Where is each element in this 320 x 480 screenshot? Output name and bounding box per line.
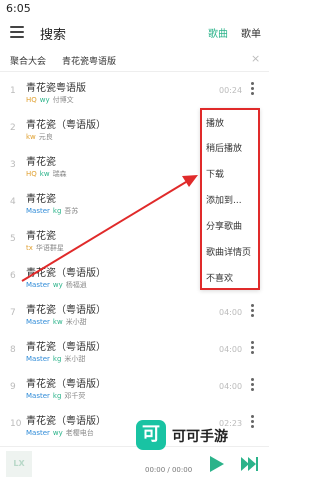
song-title: 青花瓷	[26, 157, 56, 168]
quality-badge: HQ	[26, 170, 37, 178]
search-source[interactable]: 聚合大会	[10, 54, 46, 67]
song-row[interactable]: 1 青花瓷粤语版 HQ wy 付博文 00:24	[0, 74, 269, 112]
watermark-logo: 可	[136, 420, 166, 450]
quality-badge: kg	[52, 355, 62, 363]
more-options-icon[interactable]	[251, 82, 255, 97]
song-meta: kw 元良	[26, 132, 53, 142]
quality-badge: Master	[26, 281, 50, 289]
song-artist: 瑞森	[52, 170, 67, 178]
app-bar: 搜索 歌曲 歌单	[0, 18, 269, 48]
song-index: 3	[10, 160, 16, 170]
search-summary: 聚合大会 青花瓷粤语版 ×	[0, 48, 269, 72]
status-time: 6:05	[6, 2, 31, 15]
song-meta: HQ wy 付博文	[26, 95, 74, 105]
song-row[interactable]: 7 青花瓷（粤语版） Master kw 米小甜 04:00	[0, 296, 269, 334]
song-title: 青花瓷（粤语版）	[26, 120, 106, 131]
song-title: 青花瓷粤语版	[26, 83, 86, 94]
song-meta: Master wy 杨福逍	[26, 280, 87, 290]
quality-badge: kg	[52, 207, 62, 215]
song-title: 青花瓷（粤语版）	[26, 342, 106, 353]
song-meta: Master kg 吾苏	[26, 206, 78, 216]
song-artist: 米小甜	[64, 355, 86, 363]
context-menu-item[interactable]: 下载	[206, 167, 224, 180]
song-artist: 元良	[38, 133, 53, 141]
quality-badge: kw	[39, 170, 50, 178]
quality-badge: Master	[26, 207, 50, 215]
song-index: 1	[10, 86, 16, 96]
more-options-icon[interactable]	[251, 378, 255, 393]
tab-songs[interactable]: 歌曲	[208, 25, 228, 40]
more-options-icon[interactable]	[251, 304, 255, 319]
close-icon[interactable]: ×	[251, 52, 260, 65]
context-menu-item[interactable]: 稍后播放	[206, 141, 242, 154]
song-title: 青花瓷（粤语版）	[26, 416, 106, 427]
song-index: 8	[10, 345, 16, 355]
song-title: 青花瓷	[26, 231, 56, 242]
quality-badge: Master	[26, 429, 50, 437]
song-meta: tx 华语群星	[26, 243, 64, 253]
song-index: 6	[10, 271, 16, 281]
quality-badge: kw	[26, 133, 36, 141]
song-context-menu: 播放稍后播放下载添加到... 分享歌曲歌曲详情页不喜欢	[200, 108, 260, 290]
song-index: 7	[10, 308, 16, 318]
song-meta: HQ kw 瑞森	[26, 169, 67, 179]
quality-badge: Master	[26, 318, 50, 326]
song-index: 10	[10, 419, 22, 429]
song-meta: Master kg 米小甜	[26, 354, 85, 364]
more-options-icon[interactable]	[251, 341, 255, 356]
quality-badge: wy	[39, 96, 50, 104]
song-row[interactable]: 8 青花瓷（粤语版） Master kg 米小甜 04:00	[0, 333, 269, 371]
song-title: 青花瓷	[26, 194, 56, 205]
context-menu-item[interactable]: 歌曲详情页	[206, 245, 251, 258]
watermark: 可 可可手游	[136, 420, 256, 460]
song-artist: 老樱电台	[65, 429, 94, 437]
song-row[interactable]: 9 青花瓷（粤语版） Master kg 邓千荧 04:00	[0, 370, 269, 408]
quality-badge: kg	[52, 392, 62, 400]
quality-badge: wy	[52, 281, 63, 289]
quality-badge: tx	[26, 244, 33, 252]
song-artist: 邓千荧	[64, 392, 86, 400]
song-title: 青花瓷（粤语版）	[26, 268, 106, 279]
song-artist: 米小甜	[65, 318, 87, 326]
song-index: 9	[10, 382, 16, 392]
quality-badge: kw	[52, 318, 63, 326]
song-index: 5	[10, 234, 16, 244]
song-index: 4	[10, 197, 16, 207]
song-title: 青花瓷（粤语版）	[26, 305, 106, 316]
tab-playlists[interactable]: 歌单	[241, 25, 261, 40]
context-menu-item[interactable]: 不喜欢	[206, 271, 233, 284]
song-artist: 吾苏	[64, 207, 79, 215]
song-duration: 04:00	[219, 382, 243, 391]
album-cover[interactable]: LX	[6, 451, 32, 477]
search-query[interactable]: 青花瓷粤语版	[62, 54, 116, 67]
song-index: 2	[10, 123, 16, 133]
quality-badge: Master	[26, 392, 50, 400]
song-meta: Master kw 米小甜	[26, 317, 87, 327]
song-meta: Master kg 邓千荧	[26, 391, 85, 401]
quality-badge: Master	[26, 355, 50, 363]
status-bar: 6:05	[0, 0, 269, 18]
hamburger-menu-icon[interactable]	[10, 26, 24, 38]
quality-badge: HQ	[26, 96, 37, 104]
context-menu-item[interactable]: 添加到...	[206, 193, 242, 206]
quality-badge: wy	[52, 429, 63, 437]
song-artist: 付博文	[52, 96, 74, 104]
context-menu-item[interactable]: 播放	[206, 116, 224, 129]
song-duration: 00:24	[219, 86, 243, 95]
song-artist: 杨福逍	[65, 281, 87, 289]
watermark-text: 可可手游	[172, 429, 228, 445]
song-artist: 华语群星	[35, 244, 64, 252]
song-duration: 04:00	[219, 345, 243, 354]
context-menu-item[interactable]: 分享歌曲	[206, 219, 242, 232]
player-time: 00:00 / 00:00	[145, 466, 193, 474]
song-duration: 04:00	[219, 308, 243, 317]
song-meta: Master wy 老樱电台	[26, 428, 94, 438]
song-title: 青花瓷（粤语版）	[26, 379, 106, 390]
page-title: 搜索	[40, 28, 67, 43]
